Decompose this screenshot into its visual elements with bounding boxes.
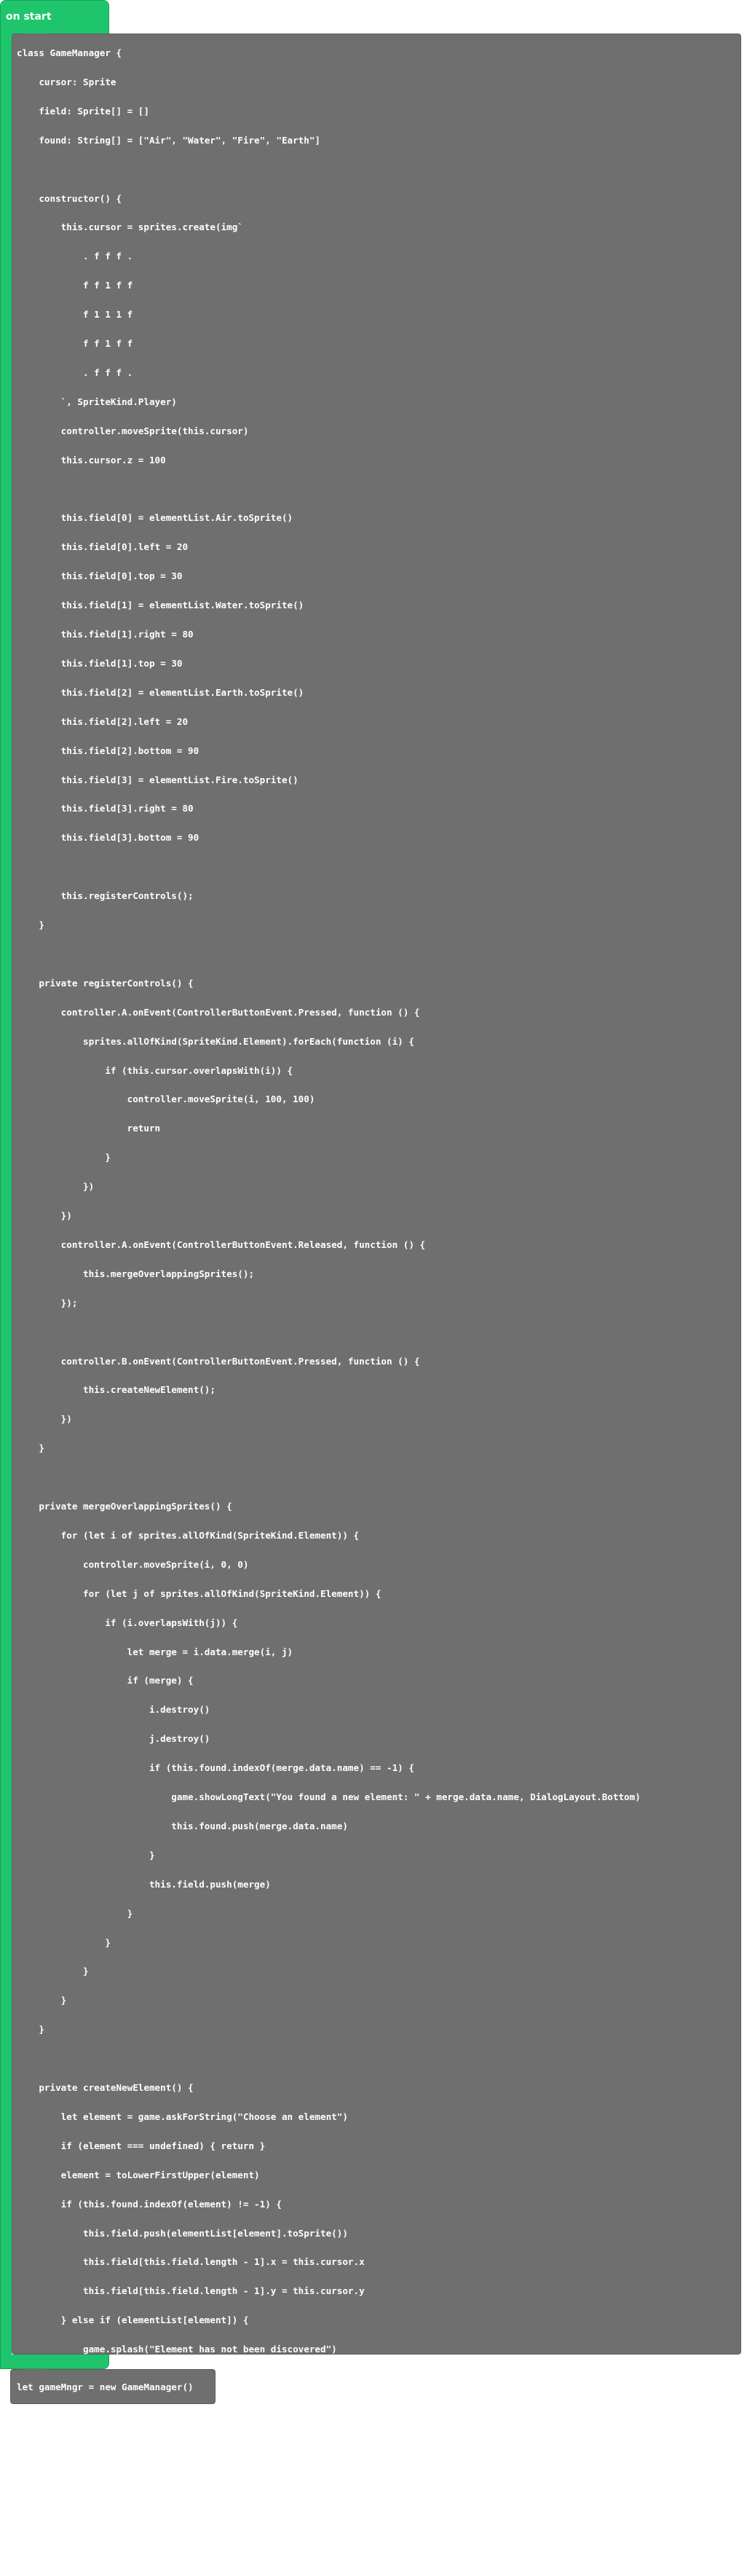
code-line: } <box>17 2459 44 2471</box>
code-line: }) <box>17 1413 72 1425</box>
code-line: } else if (elementList[element]) { <box>17 2314 249 2326</box>
code-line: this.createNewElement(); <box>17 1384 216 1396</box>
code-line: }) <box>17 1210 72 1221</box>
on-start-block[interactable]: on start <box>0 0 109 36</box>
code-line: found: String[] = ["Air", "Water", "Fire… <box>17 134 321 146</box>
code-line: controller.A.onEvent(ControllerButtonEve… <box>17 1006 420 1018</box>
code-line: sprites.allOfKind(SpriteKind.Element).fo… <box>17 1035 414 1047</box>
code-line: } <box>17 1936 111 1948</box>
code-line: let element = game.askForString("Choose … <box>17 2110 348 2122</box>
code-line: } <box>17 1966 89 1977</box>
code-line: `, SpriteKind.Player) <box>17 396 177 407</box>
code-line: this.cursor.z = 100 <box>17 454 166 466</box>
code-line: class GameManager { <box>17 47 122 58</box>
code-line: } <box>17 2489 23 2500</box>
code-line: this.mergeOverlappingSprites(); <box>17 1268 255 1279</box>
code-line: } <box>17 919 44 930</box>
code-line: this.field[2] = elementList.Earth.toSpri… <box>17 686 304 698</box>
code-line: this.field[1].top = 30 <box>17 657 183 669</box>
code-line: i.destroy() <box>17 1704 210 1716</box>
code-line: this.field[1] = elementList.Water.toSpri… <box>17 600 304 611</box>
code-line: if (element === undefined) { return } <box>17 2140 266 2151</box>
code-line: controller.moveSprite(i, 100, 100) <box>17 1093 315 1105</box>
code-line: } <box>17 1442 44 1454</box>
code-line: if (this.found.indexOf(element) != -1) { <box>17 2198 282 2210</box>
class-code-block[interactable]: class GameManager { cursor: Sprite field… <box>12 34 741 2500</box>
code-line: f f 1 f f <box>17 280 133 291</box>
code-line: private registerControls() { <box>17 977 194 989</box>
code-line: cursor: Sprite <box>17 76 116 87</box>
code-line: element = toLowerFirstUpper(element) <box>17 2169 260 2180</box>
block-notch <box>24 2369 46 2373</box>
code-line: this.field[this.field.length - 1].y = th… <box>17 2285 365 2297</box>
code-line: this.field[this.field.length - 1].x = th… <box>17 2256 365 2268</box>
let-statement-block[interactable]: let gameMngr = new GameManager() <box>10 2369 216 2404</box>
code-line: if (merge) { <box>17 1675 194 1686</box>
code-line: controller.moveSprite(i, 0, 0) <box>17 1558 249 1570</box>
code-line: private createNewElement() { <box>17 2082 194 2093</box>
code-line: this.field[2].left = 20 <box>17 715 189 727</box>
code-line: this.field[3] = elementList.Fire.toSprit… <box>17 774 299 785</box>
code-line: } <box>17 1907 133 1919</box>
on-start-block-footer <box>0 2355 109 2369</box>
code-line: this.field.push(merge) <box>17 1878 271 1890</box>
code-line: game.splash("Element has not been discov… <box>17 2344 337 2355</box>
block-notch <box>25 34 47 38</box>
code-line: . f f f . <box>17 251 133 262</box>
code-line: this.field[3].bottom = 90 <box>17 832 199 844</box>
code-line: this.field[0] = elementList.Air.toSprite… <box>17 512 293 524</box>
code-line: this.field[1].right = 80 <box>17 629 194 640</box>
code-line: private mergeOverlappingSprites() { <box>17 1501 232 1512</box>
code-line: this.found.push(merge.data.name) <box>17 1820 348 1831</box>
code-line: } <box>17 1152 111 1163</box>
code-line: if (this.found.indexOf(merge.data.name) … <box>17 1762 414 1774</box>
code-line: f 1 1 1 f <box>17 309 133 321</box>
code-line: . f f f . <box>17 366 133 378</box>
code-line: field: Sprite[] = [] <box>17 105 149 117</box>
code-line: for (let j of sprites.allOfKind(SpriteKi… <box>17 1587 382 1599</box>
code-line: controller.A.onEvent(ControllerButtonEve… <box>17 1238 426 1250</box>
on-start-label: on start <box>6 11 52 23</box>
code-line: j.destroy() <box>17 1733 210 1745</box>
code-line: }) <box>17 1181 95 1193</box>
code-line: return <box>17 1123 161 1134</box>
code-line: controller.B.onEvent(ControllerButtonEve… <box>17 1355 420 1367</box>
code-line: } <box>17 1849 155 1861</box>
code-line: this.field[0].top = 30 <box>17 570 183 582</box>
code-line: } <box>17 1995 67 2006</box>
code-line: controller.moveSprite(this.cursor) <box>17 425 249 436</box>
code-line: f f 1 f f <box>17 338 133 349</box>
code-line: for (let i of sprites.allOfKind(SpriteKi… <box>17 1529 360 1541</box>
code-line: this.cursor = sprites.create(img` <box>17 221 243 233</box>
code-line: let merge = i.data.merge(i, j) <box>17 1646 293 1657</box>
code-line: } <box>17 2024 44 2035</box>
code-line: if (this.cursor.overlapsWith(i)) { <box>17 1064 293 1076</box>
code-line: game.showLongText("You found a new eleme… <box>17 1791 641 1802</box>
code-line: this.field.push(elementList[element].toS… <box>17 2227 348 2239</box>
code-line: constructor() { <box>17 192 122 204</box>
code-line: this.registerControls(); <box>17 890 194 902</box>
code-line: }); <box>17 1297 78 1308</box>
on-start-block-spine <box>0 32 12 2369</box>
code-line: this.field[0].left = 20 <box>17 541 189 553</box>
code-line: this.field[3].right = 80 <box>17 803 194 814</box>
code-line: this.field[2].bottom = 90 <box>17 745 199 756</box>
code-line: } <box>17 2430 67 2442</box>
code-line-let-gameMngr: let gameMngr = new GameManager() <box>17 2381 194 2392</box>
code-line: if (i.overlapsWith(j)) { <box>17 1617 238 1628</box>
